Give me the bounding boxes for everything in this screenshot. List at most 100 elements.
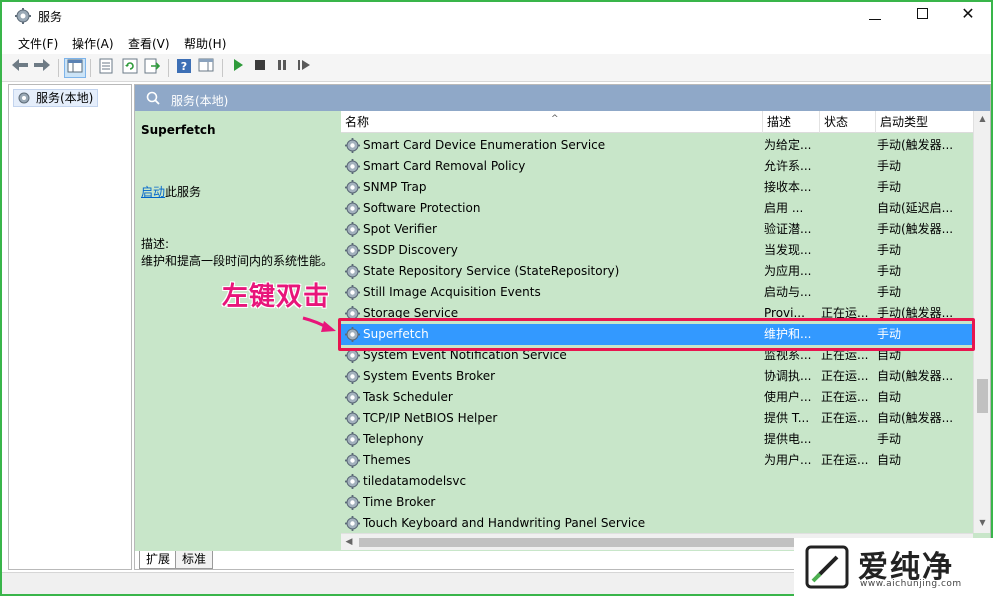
service-name: Smart Card Removal Policy [363, 159, 526, 173]
pause-service-button[interactable] [272, 58, 292, 78]
table-row[interactable]: Themes 为用户... 正在运... 自动 [341, 450, 973, 471]
table-row-selected[interactable]: Superfetch 维护和... 手动 [341, 324, 973, 345]
service-startup-type: 手动 [877, 180, 902, 194]
gear-icon [344, 263, 361, 280]
brand-logo-icon [805, 545, 849, 589]
properties-button[interactable] [96, 58, 116, 78]
service-name: Task Scheduler [363, 390, 453, 404]
service-status [821, 240, 873, 261]
table-row[interactable]: Storage Service Provi... 正在运... 手动(触发器... [341, 303, 973, 324]
scroll-left-icon[interactable]: ◀ [341, 534, 357, 551]
table-row[interactable]: SNMP Trap 接收本... 手动 [341, 177, 973, 198]
maximize-icon [916, 8, 928, 19]
stop-service-button[interactable] [250, 58, 270, 78]
show-action-pane-button[interactable] [196, 58, 216, 78]
service-name: Storage Service [363, 306, 459, 320]
service-status [821, 135, 873, 156]
vertical-scroll-thumb[interactable] [977, 379, 988, 413]
service-description [764, 471, 818, 492]
start-service-button[interactable] [228, 58, 248, 78]
tab-extended[interactable]: 扩展 [139, 551, 178, 569]
table-row[interactable]: Telephony 提供电... 手动 [341, 429, 973, 450]
column-header-startup-type[interactable]: 启动类型 [876, 111, 973, 133]
close-button[interactable]: ✕ [945, 2, 991, 30]
export-list-button[interactable] [142, 58, 162, 78]
table-row[interactable]: State Repository Service (StateRepositor… [341, 261, 973, 282]
list-header: ^ 名称 描述 状态 启动类型 [341, 111, 973, 133]
table-row[interactable]: Smart Card Device Enumeration Service 为给定… [341, 135, 973, 156]
scroll-down-icon[interactable]: ▼ [974, 515, 991, 531]
services-list: ^ 名称 描述 状态 启动类型 Smart Card Device Enumer… [341, 111, 990, 551]
resume-service-button[interactable] [294, 58, 314, 78]
service-startup-type: 手动 [877, 264, 902, 278]
minimize-icon [869, 18, 881, 20]
table-row[interactable]: TCP/IP NetBIOS Helper 提供 T... 正在运... 自动(触发器… [341, 408, 973, 429]
back-button[interactable] [10, 58, 30, 78]
toolbar: ? [2, 54, 991, 82]
service-description: 启用 ... [764, 201, 804, 215]
description-text: 维护和提高一段时间内的系统性能。 [141, 254, 334, 268]
maximize-button[interactable] [899, 2, 945, 30]
sort-ascending-icon: ^ [551, 114, 559, 124]
list-icon [99, 58, 113, 74]
table-row[interactable]: Touch Keyboard and Handwriting Panel Ser… [341, 513, 973, 533]
vertical-scrollbar[interactable]: ▲ ▼ [973, 111, 990, 533]
console-tree: 服务(本地) [8, 84, 132, 570]
forward-button[interactable] [32, 58, 52, 78]
minimize-button[interactable] [852, 2, 898, 30]
menu-view[interactable]: 查看(V) [128, 35, 170, 52]
service-status [821, 198, 873, 219]
service-description: Provi... [764, 306, 805, 320]
start-service-link[interactable]: 启动 [141, 185, 165, 199]
service-description: 启动与... [764, 285, 812, 299]
scroll-up-icon[interactable]: ▲ [974, 111, 991, 127]
toolbar-separator [90, 59, 91, 77]
start-service-suffix: 此服务 [165, 185, 202, 199]
window-title: 服务 [38, 10, 63, 24]
column-header-description[interactable]: 描述 [763, 111, 820, 133]
show-hide-console-tree-button[interactable] [64, 58, 86, 78]
service-description: 为用户... [764, 453, 812, 467]
service-name: Superfetch [363, 327, 429, 341]
service-startup-type: 手动(触发器... [877, 306, 954, 320]
menu-action[interactable]: 操作(A) [72, 35, 114, 52]
service-startup-type: 自动 [877, 453, 902, 467]
services-panel: 服务(本地) Superfetch 启动此服务 描述: 维护和提高一段时间内的系… [134, 84, 991, 570]
service-name: Software Protection [363, 201, 481, 215]
table-row[interactable]: Software Protection 启用 ... 自动(延迟启... [341, 198, 973, 219]
gear-icon [344, 137, 361, 154]
service-status [821, 513, 873, 533]
table-row[interactable]: Smart Card Removal Policy 允许系... 手动 [341, 156, 973, 177]
table-row[interactable]: System Events Broker 协调执... 正在运... 自动(触发器..… [341, 366, 973, 387]
service-status [821, 282, 873, 303]
column-header-name[interactable]: ^ 名称 [341, 111, 763, 133]
table-row[interactable]: Spot Verifier 验证潜... 手动(触发器... [341, 219, 973, 240]
table-row[interactable]: System Event Notification Service 监视系... 正… [341, 345, 973, 366]
column-header-status[interactable]: 状态 [820, 111, 876, 133]
description-label: 描述: [141, 237, 170, 251]
tab-standard[interactable]: 标准 [175, 551, 214, 569]
table-row[interactable]: tiledatamodelsvc [341, 471, 973, 492]
service-description: 接收本... [764, 180, 812, 194]
menu-file[interactable]: 文件(F) [18, 35, 58, 52]
gear-icon [344, 494, 361, 511]
tree-item-label: 服务(本地) [36, 91, 94, 105]
service-name: Time Broker [363, 495, 436, 509]
tree-item-services-local[interactable]: 服务(本地) [13, 89, 99, 107]
gear-icon [344, 389, 361, 406]
menu-help[interactable]: 帮助(H) [184, 35, 226, 52]
service-description: 监视系... [764, 348, 812, 362]
toolbar-separator [168, 59, 169, 77]
service-name: TCP/IP NetBIOS Helper [363, 411, 498, 425]
service-name: Touch Keyboard and Handwriting Panel Ser… [363, 516, 646, 530]
table-row[interactable]: SSDP Discovery 当发现... 手动 [341, 240, 973, 261]
refresh-button[interactable] [120, 58, 140, 78]
table-row[interactable]: Time Broker [341, 492, 973, 513]
table-row[interactable]: Still Image Acquisition Events 启动与... 手动 [341, 282, 973, 303]
help-button[interactable]: ? [174, 58, 194, 78]
stop-icon [255, 60, 265, 70]
table-row[interactable]: Task Scheduler 使用户... 正在运... 自动 [341, 387, 973, 408]
gear-icon [344, 221, 361, 238]
gear-icon [344, 410, 361, 427]
service-status: 正在运... [821, 390, 869, 404]
